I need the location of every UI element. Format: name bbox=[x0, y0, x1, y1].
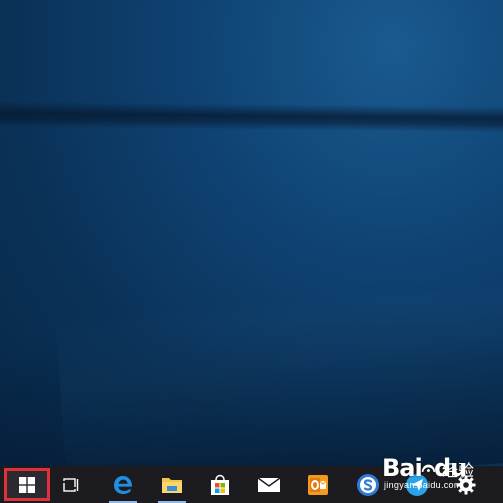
desktop-wallpaper[interactable] bbox=[0, 0, 503, 466]
mail-button[interactable] bbox=[247, 466, 291, 503]
wallpaper-light-beam bbox=[0, 100, 503, 134]
task-view-icon bbox=[63, 477, 79, 492]
store-button[interactable] bbox=[198, 466, 242, 503]
screen: Bai𝄐du 经验 jingyan.baidu.com bbox=[0, 0, 503, 503]
watermark: Bai𝄐du 经验 jingyan.baidu.com bbox=[382, 446, 502, 502]
outlook-button[interactable] bbox=[296, 466, 340, 503]
outlook-icon bbox=[308, 474, 328, 495]
windows-logo-icon bbox=[19, 476, 35, 493]
task-view-button[interactable] bbox=[50, 466, 94, 503]
file-explorer-button[interactable] bbox=[150, 466, 194, 503]
store-icon bbox=[211, 474, 229, 495]
watermark-brand: 经验 bbox=[442, 461, 475, 480]
mail-icon bbox=[257, 476, 281, 492]
start-button[interactable] bbox=[4, 468, 50, 501]
watermark-url: jingyan.baidu.com bbox=[384, 480, 462, 490]
browser-s-icon bbox=[357, 473, 379, 496]
edge-icon bbox=[114, 475, 133, 494]
folder-icon bbox=[162, 477, 182, 493]
edge-button[interactable] bbox=[101, 466, 145, 503]
